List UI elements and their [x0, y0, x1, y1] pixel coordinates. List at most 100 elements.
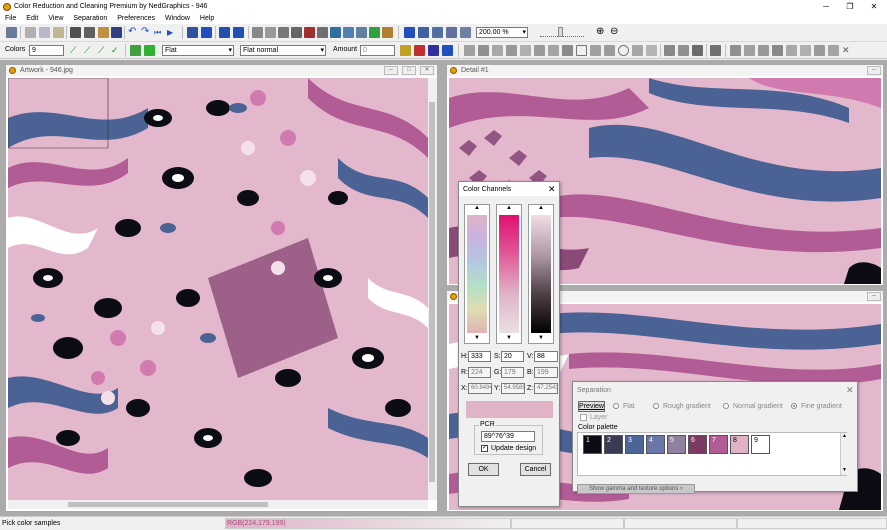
- texture-icon[interactable]: [664, 45, 675, 56]
- palette-icon[interactable]: [304, 27, 315, 38]
- menu-view[interactable]: View: [43, 15, 68, 22]
- layers-tool-icon[interactable]: [710, 45, 721, 56]
- export-icon[interactable]: [382, 27, 393, 38]
- tool-j-icon[interactable]: [744, 45, 755, 56]
- wand-remove-icon[interactable]: ⟋: [98, 45, 109, 56]
- zoom-in-icon[interactable]: ⊕: [596, 27, 607, 38]
- maximize-button[interactable]: ❐: [838, 0, 862, 13]
- rough-gradient-radio[interactable]: [653, 403, 659, 409]
- value-up-arrow-icon[interactable]: ▲: [538, 205, 544, 211]
- menu-separation[interactable]: Separation: [68, 15, 112, 22]
- palette-swatch[interactable]: 6: [688, 435, 707, 454]
- layer-checkbox[interactable]: [580, 414, 587, 421]
- tool-b-icon[interactable]: [478, 45, 489, 56]
- tool-l-icon[interactable]: [772, 45, 783, 56]
- color-book-icon[interactable]: [369, 27, 380, 38]
- columns-icon[interactable]: [442, 45, 453, 56]
- split-horizontal-icon[interactable]: [219, 27, 230, 38]
- brush-icon[interactable]: [632, 45, 643, 56]
- play-icon[interactable]: ▶: [167, 27, 178, 38]
- print-preview-icon[interactable]: [84, 27, 95, 38]
- wand-check-icon[interactable]: ✓: [111, 45, 122, 56]
- context-help-icon[interactable]: [111, 27, 122, 38]
- rectangle-icon[interactable]: [576, 45, 587, 56]
- paste-icon[interactable]: [53, 27, 64, 38]
- g-field[interactable]: 179: [501, 367, 524, 378]
- artwork-close-button[interactable]: ✕: [420, 66, 434, 75]
- color-channels-close-icon[interactable]: ✕: [548, 184, 556, 195]
- wand-add-icon[interactable]: ⟋: [84, 45, 95, 56]
- palette-swatch[interactable]: 1: [583, 435, 602, 454]
- cut-icon[interactable]: [25, 27, 36, 38]
- artwork-minimize-button[interactable]: ─: [384, 66, 398, 75]
- tool-d-icon[interactable]: [506, 45, 517, 56]
- zoom-out-icon[interactable]: ⊖: [610, 27, 621, 38]
- amount-stepper[interactable]: 0: [360, 45, 395, 56]
- z-field[interactable]: 47.2543: [534, 383, 558, 394]
- list-icon[interactable]: [428, 45, 439, 56]
- ellipse-icon[interactable]: [618, 45, 629, 56]
- split-vertical-icon[interactable]: [233, 27, 244, 38]
- artwork-vscroll-thumb[interactable]: [429, 102, 435, 482]
- filter-icon[interactable]: [317, 27, 328, 38]
- tool-m-icon[interactable]: [786, 45, 797, 56]
- hue-channel-slider[interactable]: ▲ ▼: [464, 204, 490, 344]
- info-icon[interactable]: [98, 27, 109, 38]
- layers-icon[interactable]: [330, 27, 341, 38]
- tool-o-icon[interactable]: [814, 45, 825, 56]
- menu-file[interactable]: File: [0, 15, 21, 22]
- repeat-icon[interactable]: [356, 27, 367, 38]
- palette-swatch[interactable]: 7: [709, 435, 728, 454]
- palette-swatch[interactable]: 5: [667, 435, 686, 454]
- normal-select[interactable]: Flat normal: [240, 45, 326, 56]
- tool-p-icon[interactable]: [828, 45, 839, 56]
- eraser-icon[interactable]: [646, 45, 657, 56]
- artwork-vscrollbar[interactable]: [428, 78, 437, 500]
- palette-up-arrow-icon[interactable]: ▲: [842, 433, 847, 439]
- value-channel-slider[interactable]: ▲ ▼: [528, 204, 554, 344]
- zoom-window-icon[interactable]: [418, 27, 429, 38]
- s-field[interactable]: 20: [501, 351, 524, 362]
- preview-button[interactable]: Preview: [578, 401, 605, 412]
- grid-icon[interactable]: [291, 27, 302, 38]
- separation-close-icon[interactable]: ✕: [846, 385, 854, 396]
- tool-i-icon[interactable]: [730, 45, 741, 56]
- first-step-icon[interactable]: ⏮: [154, 27, 165, 38]
- tool-c-icon[interactable]: [492, 45, 503, 56]
- copy-icon[interactable]: [39, 27, 50, 38]
- artwork-hscrollbar[interactable]: [8, 500, 428, 509]
- print-icon[interactable]: [70, 27, 81, 38]
- zoom-area-icon[interactable]: [432, 27, 443, 38]
- x-field[interactable]: 60.8494: [468, 383, 492, 394]
- pattern-icon[interactable]: [678, 45, 689, 56]
- artwork-canvas[interactable]: [8, 78, 428, 500]
- zoom-slider-thumb[interactable]: [558, 27, 563, 37]
- tool-n-icon[interactable]: [800, 45, 811, 56]
- tool-a-icon[interactable]: [464, 45, 475, 56]
- minimize-button[interactable]: ─: [814, 0, 838, 13]
- zoom-fit-icon[interactable]: [460, 27, 471, 38]
- fine-gradient-radio[interactable]: [791, 403, 797, 409]
- tool-f-icon[interactable]: [534, 45, 545, 56]
- saturation-channel-slider[interactable]: ▲ ▼: [496, 204, 522, 344]
- palette-scrollbar[interactable]: ▲ ▼: [840, 433, 847, 475]
- b-field[interactable]: 199: [534, 367, 558, 378]
- palette-swatch[interactable]: 8: [730, 435, 749, 454]
- show-gamma-texture-button[interactable]: Show gamma and texture options ▿: [577, 484, 695, 494]
- tool-k-icon[interactable]: [758, 45, 769, 56]
- tool-e-icon[interactable]: [520, 45, 531, 56]
- select-icon[interactable]: [265, 27, 276, 38]
- polygon-icon[interactable]: [604, 45, 615, 56]
- r-field[interactable]: 224: [468, 367, 491, 378]
- update-design-checkbox[interactable]: ✓: [481, 445, 488, 452]
- stack-icon[interactable]: [343, 27, 354, 38]
- fill-icon[interactable]: [144, 45, 155, 56]
- v-field[interactable]: 88: [534, 351, 558, 362]
- palette-swatch[interactable]: 3: [625, 435, 644, 454]
- window-icon[interactable]: [187, 27, 198, 38]
- mode-select[interactable]: Flat: [162, 45, 234, 56]
- close-button[interactable]: ✕: [862, 0, 886, 13]
- wand-icon[interactable]: ⟋: [70, 45, 81, 56]
- tool-h-icon[interactable]: [562, 45, 573, 56]
- picker-icon[interactable]: [130, 45, 141, 56]
